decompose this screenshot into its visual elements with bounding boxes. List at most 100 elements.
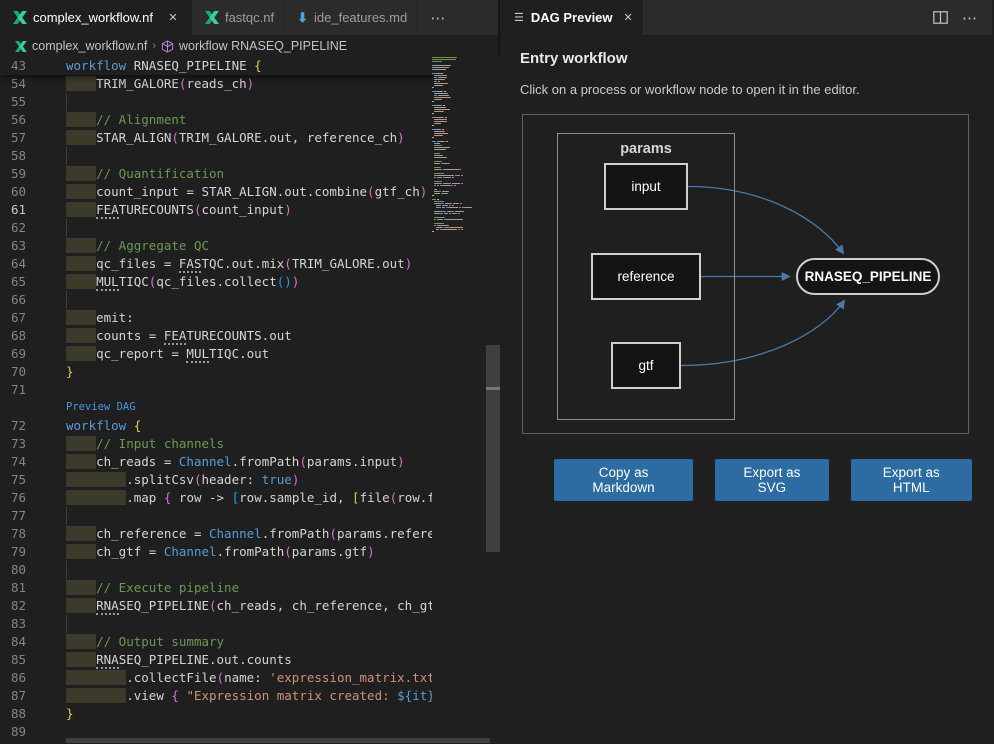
editor-line[interactable]: 67 emit:	[0, 309, 500, 327]
editor-line[interactable]: 84 // Output summary	[0, 633, 500, 651]
editor-line[interactable]: 81 // Execute pipeline	[0, 579, 500, 597]
editor-line[interactable]: 75 .splitCsv(header: true)	[0, 471, 500, 489]
editor-group: complex_workflow.nf ✕ fastqc.nf ⬇ ide_fe…	[0, 0, 500, 744]
horizontal-scrollbar-thumb[interactable]	[66, 738, 490, 743]
vertical-scrollbar-thumb[interactable]	[486, 345, 500, 552]
editor-line[interactable]: 85 RNASEQ_PIPELINE.out.counts	[0, 651, 500, 669]
node-rnaseq-pipeline[interactable]: RNASEQ_PIPELINE	[796, 258, 940, 295]
editor-line[interactable]: 73 // Input channels	[0, 435, 500, 453]
line-content: count_input = STAR_ALIGN.out.combine(gtf…	[66, 183, 427, 201]
editor-line[interactable]: 56 // Alignment	[0, 111, 500, 129]
line-content: workflow {	[66, 417, 141, 435]
tab-ide-features[interactable]: ⬇ ide_features.md	[285, 0, 418, 35]
panel-body: Entry workflow Click on a process or wor…	[500, 35, 992, 501]
panel-close-icon[interactable]: ✕	[624, 11, 633, 24]
editor-line[interactable]: 68 counts = FEATURECOUNTS.out	[0, 327, 500, 345]
export-as-svg-button[interactable]: Export as SVG	[715, 459, 828, 501]
export-as-html-button[interactable]: Export as HTML	[851, 459, 972, 501]
tab-complex-workflow[interactable]: complex_workflow.nf ✕	[0, 0, 192, 35]
editor-line[interactable]: 59 // Quantification	[0, 165, 500, 183]
sticky-scroll-line[interactable]: 43 workflow RNASEQ_PIPELINE {	[0, 57, 500, 75]
line-content	[66, 507, 67, 525]
editor-line[interactable]: 62	[0, 219, 500, 237]
editor-line[interactable]: 88}	[0, 705, 500, 723]
line-number: 79	[0, 543, 26, 561]
breadcrumb-file[interactable]: complex_workflow.nf	[32, 39, 147, 53]
line-content: }	[66, 705, 74, 723]
node-reference[interactable]: reference	[591, 253, 701, 300]
editor-line[interactable]: 58	[0, 147, 500, 165]
editor-line[interactable]: 63 // Aggregate QC	[0, 237, 500, 255]
editor-line[interactable]: 54 TRIM_GALORE(reads_ch)	[0, 75, 500, 93]
nextflow-icon	[12, 11, 27, 24]
editor-line[interactable]: 72 workflow {	[0, 417, 500, 435]
dag-preview-panel: ☰ DAG Preview ✕ ⋯ Entry workflow Click o…	[500, 0, 992, 744]
editor-line[interactable]: 66	[0, 291, 500, 309]
tab-label: complex_workflow.nf	[33, 10, 153, 25]
tab-close-icon[interactable]: ✕	[165, 11, 181, 24]
line-number: 63	[0, 237, 26, 255]
tab-dag-preview[interactable]: ☰ DAG Preview ✕	[500, 0, 643, 35]
copy-as-markdown-button[interactable]: Copy as Markdown	[554, 459, 693, 501]
editor-line[interactable]: 60 count_input = STAR_ALIGN.out.combine(…	[0, 183, 500, 201]
tab-label: fastqc.nf	[225, 10, 274, 25]
line-number: 72	[0, 417, 26, 435]
node-input[interactable]: input	[604, 163, 688, 210]
minimap[interactable]	[432, 57, 486, 744]
line-content	[66, 93, 67, 111]
editor-line[interactable]: 77	[0, 507, 500, 525]
editor-line[interactable]: 61 FEATURECOUNTS(count_input)	[0, 201, 500, 219]
panel-hint: Click on a process or workflow node to o…	[520, 82, 972, 97]
line-number: 80	[0, 561, 26, 579]
codelens-preview-dag[interactable]: Preview DAG	[0, 399, 500, 417]
tab-overflow-button[interactable]: ⋯	[418, 0, 458, 35]
editor-line[interactable]: 87 .view { "Expression matrix created: $…	[0, 687, 500, 705]
indent-guide	[66, 561, 67, 579]
line-content	[66, 615, 67, 633]
line-number: 61	[0, 201, 26, 219]
editor-line[interactable]: 82 RNASEQ_PIPELINE(ch_reads, ch_referenc…	[0, 597, 500, 615]
line-content: qc_files = FASTQC.out.mix(TRIM_GALORE.ou…	[66, 255, 412, 273]
editor-line[interactable]: 70}	[0, 363, 500, 381]
node-gtf[interactable]: gtf	[611, 342, 681, 389]
editor-line[interactable]: 74 ch_reads = Channel.fromPath(params.in…	[0, 453, 500, 471]
editor-line[interactable]: 71	[0, 381, 500, 399]
tab-fastqc[interactable]: fastqc.nf	[192, 0, 285, 35]
breadcrumb-symbol[interactable]: workflow RNASEQ_PIPELINE	[179, 39, 347, 53]
editor-line[interactable]: 65 MULTIQC(qc_files.collect())	[0, 273, 500, 291]
more-actions-icon[interactable]: ⋯	[962, 9, 978, 27]
line-content: // Input channels	[66, 435, 224, 453]
line-content: counts = FEATURECOUNTS.out	[66, 327, 292, 345]
editor-line[interactable]: 57 STAR_ALIGN(TRIM_GALORE.out, reference…	[0, 129, 500, 147]
editor-line[interactable]: 69 qc_report = MULTIQC.out	[0, 345, 500, 363]
line-content: FEATURECOUNTS(count_input)	[66, 201, 292, 219]
editor-line[interactable]: 80	[0, 561, 500, 579]
line-number: 86	[0, 669, 26, 687]
line-number: 55	[0, 93, 26, 111]
symbol-cube-icon	[161, 40, 174, 53]
line-content	[66, 291, 67, 309]
editor-line[interactable]: 76 .map { row -> [row.sample_id, [file(r…	[0, 489, 500, 507]
panel-actions: ⋯	[933, 0, 992, 35]
line-content: // Aggregate QC	[66, 237, 209, 255]
line-number: 78	[0, 525, 26, 543]
editor-line[interactable]: 55	[0, 93, 500, 111]
editor-line[interactable]: 79 ch_gtf = Channel.fromPath(params.gtf)	[0, 543, 500, 561]
indent-guide	[66, 291, 67, 309]
sticky-line-content: workflow RNASEQ_PIPELINE {	[66, 57, 262, 75]
editor-line[interactable]: 86 .collectFile(name: 'expression_matrix…	[0, 669, 500, 687]
line-content: STAR_ALIGN(TRIM_GALORE.out, reference_ch…	[66, 129, 405, 147]
line-content: ch_reference = Channel.fromPath(params.r…	[66, 525, 465, 543]
line-content: .view { "Expression matrix created: ${it…	[66, 687, 457, 705]
line-number: 87	[0, 687, 26, 705]
line-number: 43	[0, 57, 26, 75]
line-number: 54	[0, 75, 26, 93]
code-editor[interactable]: 43 workflow RNASEQ_PIPELINE { 54 TRIM_GA…	[0, 57, 500, 744]
line-content: // Output summary	[66, 633, 224, 651]
editor-line[interactable]: 78 ch_reference = Channel.fromPath(param…	[0, 525, 500, 543]
split-editor-icon[interactable]	[933, 11, 948, 24]
line-content: qc_report = MULTIQC.out	[66, 345, 269, 363]
panel-header: ☰ DAG Preview ✕ ⋯	[500, 0, 992, 35]
editor-line[interactable]: 64 qc_files = FASTQC.out.mix(TRIM_GALORE…	[0, 255, 500, 273]
editor-line[interactable]: 83	[0, 615, 500, 633]
